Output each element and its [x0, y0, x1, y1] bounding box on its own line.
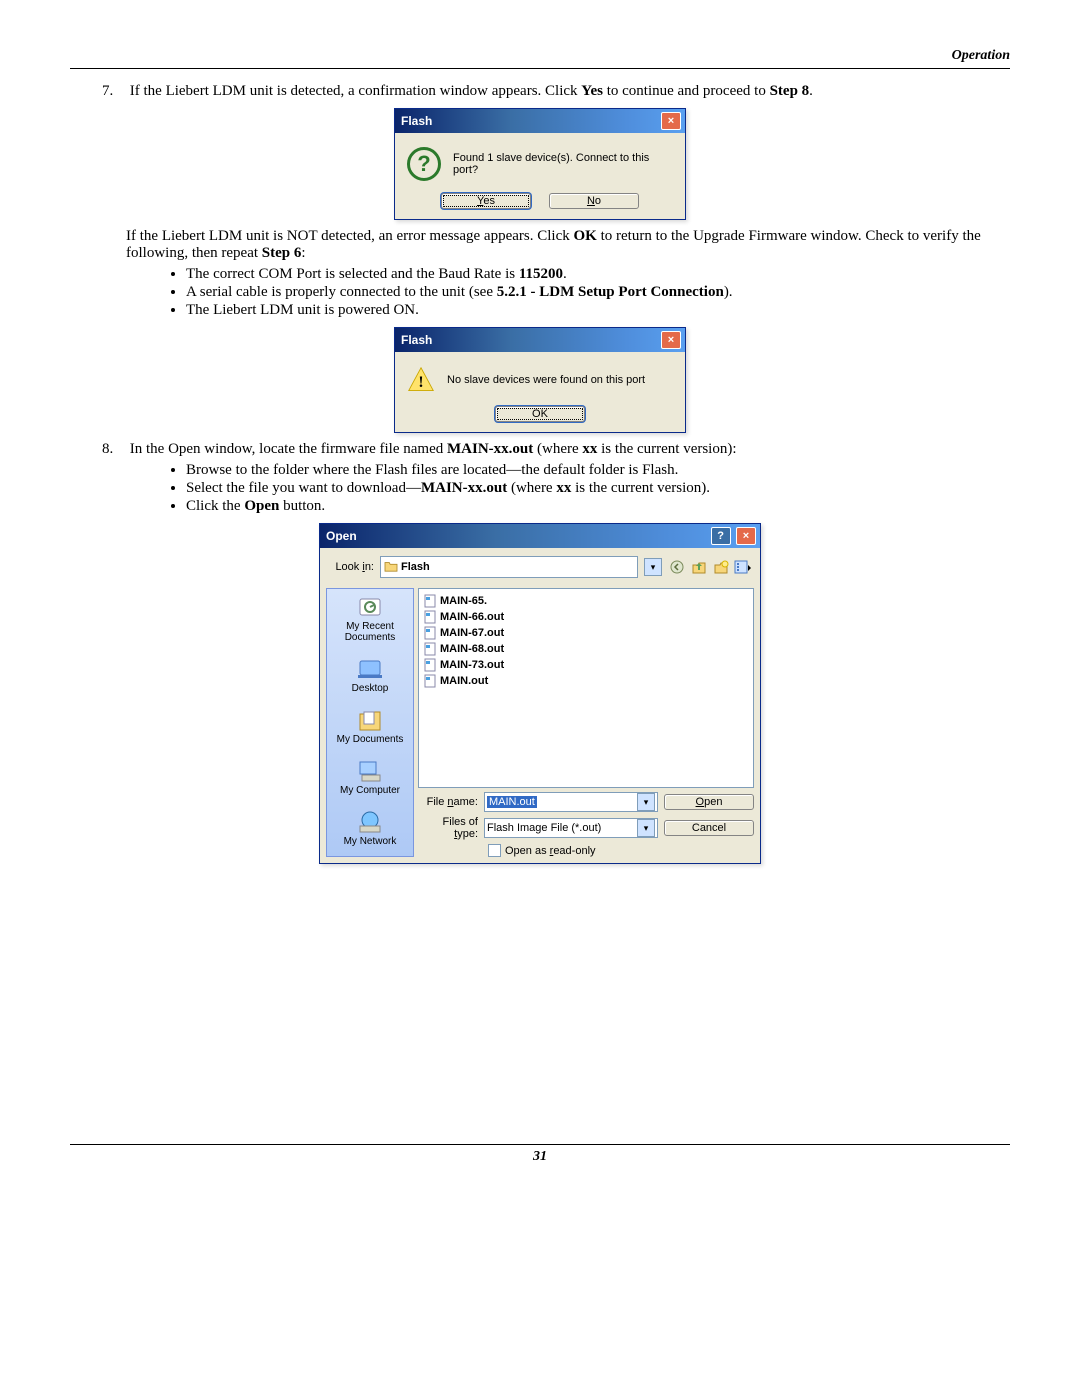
lookin-row: Look in: Flash ▾ — [328, 556, 752, 578]
dialog-title: Open — [326, 529, 357, 543]
bullet: A serial cable is properly connected to … — [186, 284, 1010, 301]
file-list[interactable]: MAIN-65. MAIN-66.out MAIN-67.out MAIN-68… — [418, 588, 754, 788]
list-item[interactable]: MAIN.out — [423, 673, 749, 689]
lookin-label: Look in: — [328, 561, 374, 573]
nav-icons — [668, 558, 752, 576]
step8-text: In the Open window, locate the firmware … — [130, 441, 737, 457]
dialog-body: ! No slave devices were found on this po… — [395, 352, 685, 404]
dialog-message: No slave devices were found on this port — [447, 374, 645, 386]
yes-button[interactable]: Yes — [441, 193, 531, 209]
no-button[interactable]: No — [549, 193, 639, 209]
step-7-continued: If the Liebert LDM unit is NOT detected,… — [126, 228, 1010, 319]
list-item[interactable]: MAIN-73.out — [423, 657, 749, 673]
filetype-label: Files of type: — [418, 816, 478, 840]
footer-rule — [70, 1144, 1010, 1145]
list-item[interactable]: MAIN-67.out — [423, 625, 749, 641]
filename-input[interactable]: MAIN.out▾ — [484, 792, 658, 812]
dialog-titlebar[interactable]: Flash × — [395, 109, 685, 133]
step-7: 7. If the Liebert LDM unit is detected, … — [126, 83, 1010, 100]
bullet: Click the Open button. — [186, 498, 1010, 515]
list-item[interactable]: MAIN-65. — [423, 593, 749, 609]
cancel-button[interactable]: Cancel — [664, 820, 754, 836]
back-icon[interactable] — [668, 558, 686, 576]
place-recent[interactable]: My Recent Documents — [329, 595, 411, 643]
bullet: Browse to the folder where the Flash fil… — [186, 462, 1010, 479]
flash-confirm-dialog: Flash × ? Found 1 slave device(s). Conne… — [394, 108, 686, 220]
checkbox-box[interactable] — [488, 844, 501, 857]
header-rule — [70, 68, 1010, 69]
ok-button[interactable]: OK — [495, 406, 585, 422]
dialog-titlebar[interactable]: Open ? × — [320, 524, 760, 548]
question-icon: ? — [407, 147, 441, 181]
document-page: Operation 7. If the Liebert LDM unit is … — [0, 0, 1080, 1195]
open-file-dialog: Open ? × Look in: Flash ▾ — [319, 523, 761, 864]
dialog-message: Found 1 slave device(s). Connect to this… — [453, 152, 673, 176]
dialog-body: ? Found 1 slave device(s). Connect to th… — [395, 133, 685, 191]
filename-label: File name: — [418, 796, 478, 808]
folder-icon — [384, 560, 398, 575]
dialog-titlebar[interactable]: Flash × — [395, 328, 685, 352]
place-mydocs[interactable]: My Documents — [337, 708, 404, 745]
place-mynetwork[interactable]: My Network — [344, 810, 397, 847]
open-button[interactable]: Open — [664, 794, 754, 810]
step7-text: If the Liebert LDM unit is detected, a c… — [130, 83, 813, 99]
places-bar: My Recent Documents Desktop My Documents… — [326, 588, 414, 857]
bullet: Select the file you want to download—MAI… — [186, 480, 1010, 497]
readonly-checkbox[interactable]: Open as read-only — [488, 844, 754, 857]
bullet: The correct COM Port is selected and the… — [186, 266, 1010, 283]
flash-error-dialog: Flash × ! No slave devices were found on… — [394, 327, 686, 433]
list-item[interactable]: MAIN-68.out — [423, 641, 749, 657]
close-icon[interactable]: × — [661, 331, 681, 349]
list-item[interactable]: MAIN-66.out — [423, 609, 749, 625]
chevron-down-icon[interactable]: ▾ — [644, 558, 662, 576]
bullet: The Liebert LDM unit is powered ON. — [186, 302, 1010, 319]
step-8: 8. In the Open window, locate the firmwa… — [126, 441, 1010, 515]
page-footer: 31 — [70, 1144, 1010, 1165]
help-icon[interactable]: ? — [711, 527, 731, 545]
place-mycomputer[interactable]: My Computer — [340, 759, 400, 796]
step-number: 8. — [102, 441, 126, 458]
lookin-value: Flash — [401, 561, 430, 573]
warning-icon: ! — [407, 366, 435, 394]
close-icon[interactable]: × — [736, 527, 756, 545]
dialog-title: Flash — [401, 114, 432, 128]
place-desktop[interactable]: Desktop — [352, 657, 389, 694]
page-number: 31 — [533, 1149, 547, 1164]
svg-text:!: ! — [418, 374, 423, 391]
chevron-down-icon[interactable]: ▾ — [637, 819, 655, 837]
close-icon[interactable]: × — [661, 112, 681, 130]
view-menu-icon[interactable] — [734, 558, 752, 576]
filetype-combo[interactable]: Flash Image File (*.out)▾ — [484, 818, 658, 838]
chevron-down-icon[interactable]: ▾ — [637, 793, 655, 811]
dialog-title: Flash — [401, 333, 432, 347]
section-header: Operation — [70, 48, 1010, 64]
lookin-combo[interactable]: Flash — [380, 556, 638, 578]
up-icon[interactable] — [690, 558, 708, 576]
step-number: 7. — [102, 83, 126, 100]
new-folder-icon[interactable] — [712, 558, 730, 576]
